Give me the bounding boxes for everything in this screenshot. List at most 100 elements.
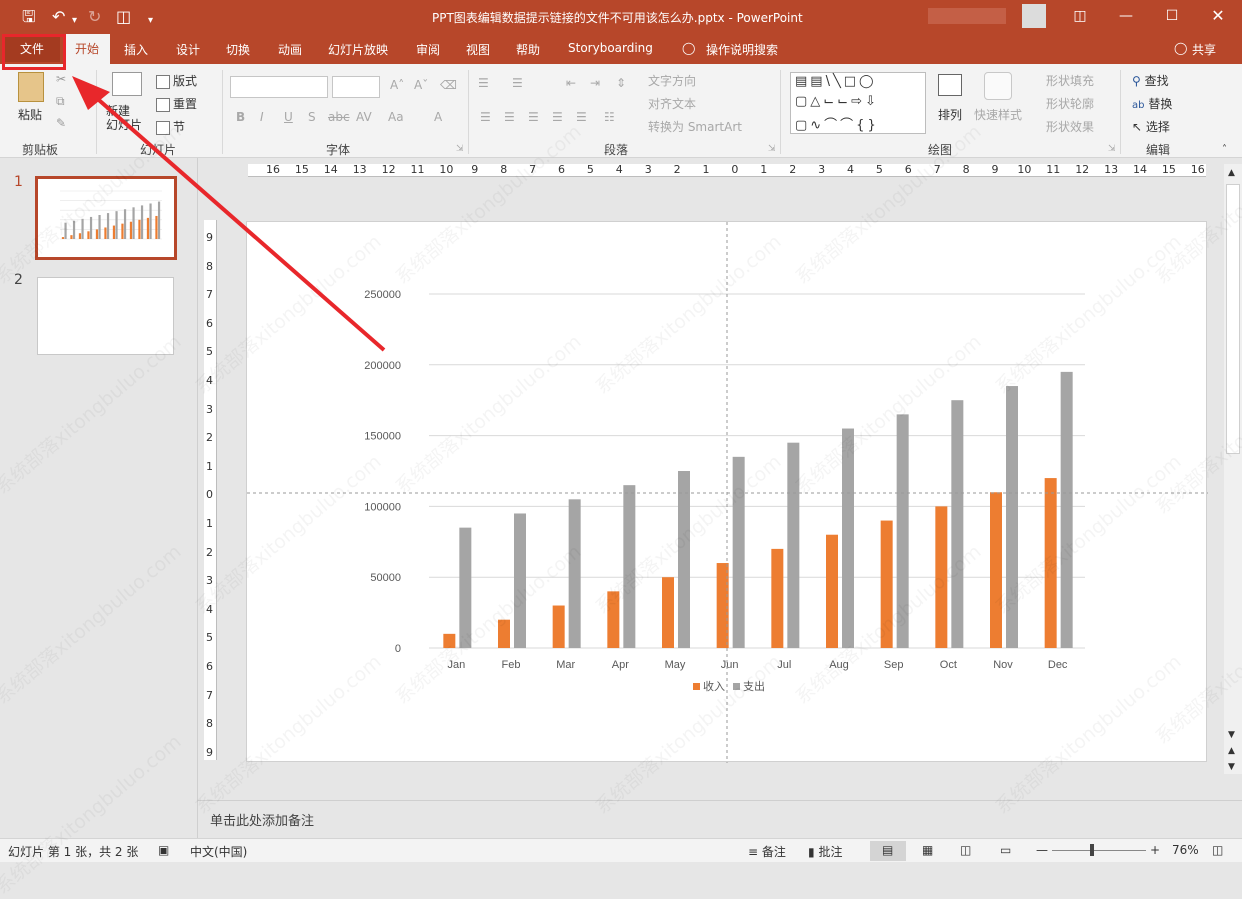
clear-formatting-icon[interactable]: ⌫	[440, 78, 457, 92]
normal-view-button[interactable]: ▤	[870, 841, 906, 861]
zoom-level[interactable]: 76%	[1172, 843, 1199, 857]
distributed-icon[interactable]: ☰	[576, 110, 587, 124]
bar-0-0[interactable]	[443, 633, 456, 648]
zoom-out-icon[interactable]: —	[1036, 843, 1048, 857]
columns-icon[interactable]: ☷	[604, 110, 615, 124]
convert-smartart-button[interactable]: 转换为 SmartArt	[648, 118, 742, 135]
shape-effects-button[interactable]: 形状效果	[1046, 118, 1094, 135]
tab-animations[interactable]: 动画	[278, 41, 302, 58]
minimize-icon[interactable]: —	[1116, 6, 1136, 26]
bar-0-8[interactable]	[880, 520, 893, 648]
bar-0-6[interactable]	[771, 548, 784, 648]
font-name-field[interactable]	[230, 76, 328, 98]
tab-transitions[interactable]: 切换	[226, 41, 250, 58]
bold-button[interactable]: B	[236, 110, 245, 124]
find-button[interactable]: ⚲ 查找	[1132, 72, 1169, 89]
reset-button[interactable]: 重置	[156, 95, 197, 112]
tab-insert[interactable]: 插入	[124, 41, 148, 58]
align-center-icon[interactable]: ☰	[504, 110, 515, 124]
save-icon[interactable]: 🖫	[22, 8, 36, 26]
text-direction-button[interactable]: 文字方向	[648, 72, 696, 89]
numbering-icon[interactable]: ☰	[512, 76, 523, 90]
bar-1-8[interactable]	[896, 414, 909, 648]
present-from-start-icon[interactable]: ◫	[116, 8, 131, 26]
align-text-button[interactable]: 对齐文本	[648, 95, 696, 112]
language-indicator[interactable]: 中文(中国)	[190, 843, 247, 860]
previous-slide-icon[interactable]: ▲	[1228, 746, 1235, 756]
undo-icon[interactable]: ↶	[52, 8, 65, 26]
layout-button[interactable]: 版式	[156, 72, 197, 89]
reading-view-icon[interactable]: ◫	[960, 843, 971, 857]
bar-1-7[interactable]	[842, 428, 854, 648]
dialog-launcher-icon[interactable]: ⇲	[456, 144, 464, 154]
select-button[interactable]: ↖ 选择	[1132, 118, 1170, 135]
tab-slideshow[interactable]: 幻灯片放映	[328, 41, 388, 58]
dialog-launcher-icon[interactable]: ⇲	[1108, 144, 1116, 154]
font-color-button[interactable]: A	[434, 110, 442, 124]
undo-dropdown-icon[interactable]: ▾	[72, 12, 77, 30]
bar-1-0[interactable]	[459, 527, 472, 648]
bullets-icon[interactable]: ☰	[478, 76, 489, 90]
ribbon-display-options-icon[interactable]: ◫	[1070, 6, 1090, 26]
char-spacing-button[interactable]: AV	[356, 110, 372, 124]
tell-me-search[interactable]: 操作说明搜索	[706, 41, 778, 58]
section-button[interactable]: 节	[156, 118, 185, 135]
bar-0-5[interactable]	[716, 563, 729, 648]
scroll-up-icon[interactable]: ▲	[1228, 168, 1235, 178]
font-size-field[interactable]	[332, 76, 380, 98]
bar-1-9[interactable]	[951, 400, 964, 648]
increase-indent-icon[interactable]: ⇥	[590, 76, 600, 90]
bar-0-11[interactable]	[1044, 478, 1057, 648]
scroll-down-icon[interactable]: ▼	[1228, 730, 1235, 740]
redo-icon[interactable]: ↻	[88, 8, 101, 26]
quick-styles-button[interactable]: 快速样式	[974, 106, 1022, 123]
change-case-button[interactable]: Aa	[388, 110, 404, 124]
shape-fill-button[interactable]: 形状填充	[1046, 72, 1094, 89]
notes-placeholder[interactable]: 单击此处添加备注	[210, 810, 314, 829]
shape-outline-button[interactable]: 形状轮廓	[1046, 95, 1094, 112]
slide-sorter-icon[interactable]: ▦	[922, 843, 933, 857]
cut-icon[interactable]: ✂	[56, 72, 66, 86]
bar-1-4[interactable]	[678, 471, 690, 648]
comments-toggle[interactable]: ▮ 批注	[808, 843, 842, 860]
replace-button[interactable]: ab 替换	[1132, 95, 1172, 112]
italic-button[interactable]: I	[260, 110, 264, 124]
bar-0-10[interactable]	[990, 492, 1002, 648]
bar-1-2[interactable]	[568, 499, 581, 648]
slide-thumbnail-1[interactable]	[35, 176, 177, 260]
slide-thumbnail-2[interactable]	[37, 277, 174, 355]
bar-1-1[interactable]	[514, 513, 526, 648]
justify-icon[interactable]: ☰	[552, 110, 563, 124]
format-painter-icon[interactable]: ✎	[56, 116, 66, 130]
decrease-indent-icon[interactable]: ⇤	[566, 76, 576, 90]
bar-0-3[interactable]	[607, 591, 620, 648]
bar-0-4[interactable]	[662, 577, 674, 648]
accessibility-icon[interactable]: ▣	[158, 843, 169, 857]
next-slide-icon[interactable]: ▼	[1228, 762, 1235, 772]
tab-home[interactable]: 开始	[64, 34, 110, 64]
bar-0-7[interactable]	[826, 534, 838, 648]
align-right-icon[interactable]: ☰	[528, 110, 539, 124]
close-icon[interactable]: ✕	[1208, 6, 1228, 26]
avatar[interactable]	[1022, 4, 1046, 28]
customize-qat-icon[interactable]: ▾	[148, 12, 153, 30]
slideshow-icon[interactable]: ▭	[1000, 843, 1011, 857]
zoom-slider-thumb[interactable]	[1089, 844, 1094, 856]
bar-1-5[interactable]	[732, 456, 745, 648]
scroll-thumb[interactable]	[1226, 184, 1240, 454]
share-button[interactable]: 共享	[1192, 41, 1216, 58]
paste-button[interactable]: 粘贴	[18, 106, 42, 123]
shadow-button[interactable]: S	[308, 110, 316, 124]
line-spacing-icon[interactable]: ⇕	[616, 76, 626, 90]
align-left-icon[interactable]: ☰	[480, 110, 491, 124]
arrange-button[interactable]: 排列	[938, 106, 962, 123]
dialog-launcher-icon[interactable]: ⇲	[768, 144, 776, 154]
bar-0-9[interactable]	[935, 506, 948, 648]
shrink-font-icon[interactable]: Aˇ	[414, 78, 428, 92]
grow-font-icon[interactable]: A˄	[390, 78, 404, 92]
tab-design[interactable]: 设计	[176, 41, 200, 58]
bar-1-6[interactable]	[787, 442, 800, 648]
collapse-ribbon-icon[interactable]: ˄	[1222, 144, 1227, 155]
fit-to-window-icon[interactable]: ◫	[1212, 843, 1223, 857]
vertical-scrollbar[interactable]: ▲ ▼ ▲ ▼	[1224, 164, 1242, 774]
